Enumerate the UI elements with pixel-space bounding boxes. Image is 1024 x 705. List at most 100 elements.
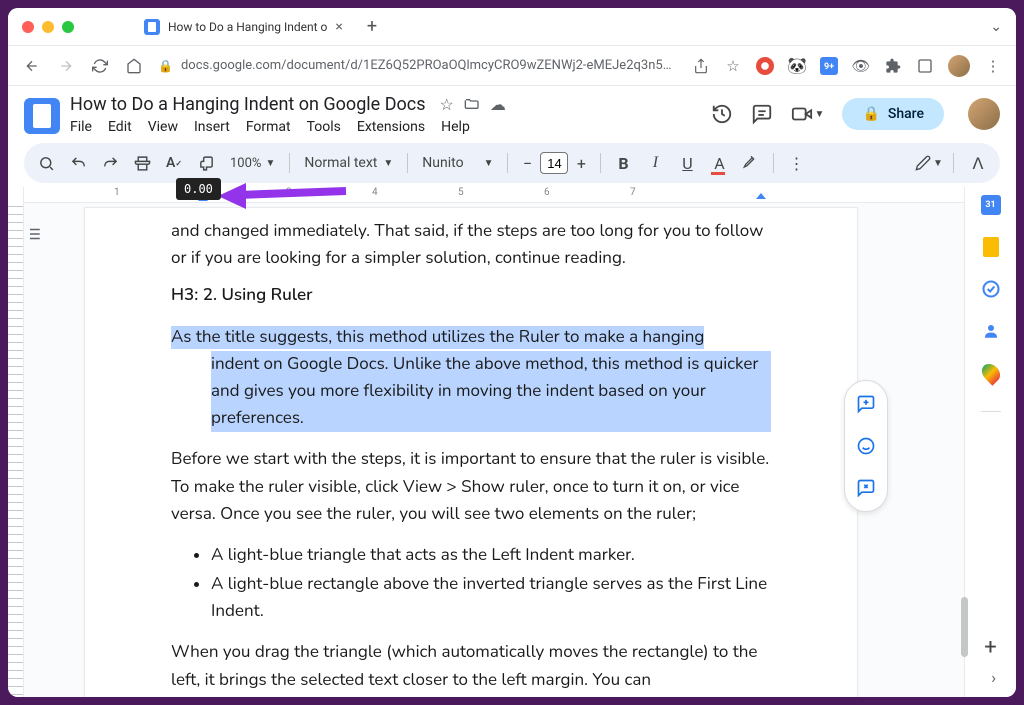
increase-fontsize-button[interactable]: +	[570, 152, 592, 174]
extension-4-icon[interactable]: 👁	[852, 57, 870, 75]
close-tab-icon[interactable]: ×	[335, 19, 342, 35]
mac-tab-bar: How to Do a Hanging Indent o × + ⌄	[8, 8, 1016, 46]
url-text: docs.google.com/document/d/1EZ6Q52PROaOQ…	[181, 58, 678, 73]
maps-icon[interactable]	[981, 363, 1001, 383]
lock-icon: 🔒	[862, 106, 879, 122]
suggest-edit-icon[interactable]	[851, 473, 881, 503]
menu-tools[interactable]: Tools	[307, 119, 341, 135]
lock-icon: 🔒	[158, 59, 173, 73]
contacts-icon[interactable]	[981, 321, 1001, 341]
italic-icon[interactable]: I	[641, 149, 669, 177]
video-call-icon[interactable]: ▼	[791, 103, 825, 125]
account-avatar[interactable]	[968, 98, 1000, 130]
comments-icon[interactable]	[751, 103, 773, 125]
close-window-button[interactable]	[22, 21, 34, 33]
spellcheck-icon[interactable]: A✓	[160, 149, 188, 177]
docs-logo-icon[interactable]	[24, 98, 60, 134]
outline-toggle-icon[interactable]	[24, 207, 64, 697]
chevron-down-icon: ▼	[265, 158, 275, 169]
paragraph: Before we start with the steps, it is im…	[171, 446, 771, 528]
browser-tab[interactable]: How to Do a Hanging Indent o ×	[134, 13, 353, 41]
add-comment-icon[interactable]	[851, 389, 881, 419]
traffic-lights	[22, 21, 74, 33]
redo-icon[interactable]	[96, 149, 124, 177]
keep-icon[interactable]	[981, 237, 1001, 257]
paragraph-style-select[interactable]: Normal text ▼	[298, 155, 399, 171]
new-tab-button[interactable]: +	[367, 16, 377, 37]
fontsize-input[interactable]	[540, 152, 568, 174]
reload-button[interactable]	[90, 56, 110, 76]
minimize-window-button[interactable]	[42, 21, 54, 33]
docs-favicon	[144, 19, 160, 35]
chevron-down-icon: ▼	[484, 158, 494, 169]
document-title[interactable]: How to Do a Hanging Indent on Google Doc…	[70, 94, 425, 115]
emoji-reaction-icon[interactable]	[851, 431, 881, 461]
paragraph: and changed immediately. That said, if t…	[171, 218, 771, 272]
star-document-icon[interactable]: ☆	[439, 95, 453, 114]
share-button[interactable]: 🔒 Share	[842, 98, 944, 130]
scrollbar-thumb[interactable]	[961, 597, 968, 657]
star-icon[interactable]: ☆	[724, 57, 742, 75]
back-button[interactable]	[22, 56, 42, 76]
list-item: A light-blue rectangle above the inverte…	[211, 571, 771, 625]
side-panel: 31 +	[964, 187, 1016, 697]
text-color-icon[interactable]: A	[705, 149, 733, 177]
home-button[interactable]	[124, 56, 144, 76]
profile-avatar-icon[interactable]	[948, 55, 970, 77]
hide-panel-icon[interactable]: ›	[991, 668, 996, 687]
move-document-icon[interactable]	[464, 95, 480, 114]
chrome-menu-icon[interactable]: ⋮	[984, 57, 1002, 75]
extension-2-icon[interactable]: 🐼	[788, 57, 806, 75]
extension-3-icon[interactable]: 9+	[820, 57, 838, 75]
menu-view[interactable]: View	[148, 119, 178, 135]
address-bar: 🔒 docs.google.com/document/d/1EZ6Q52PROa…	[8, 46, 1016, 86]
tasks-icon[interactable]	[981, 279, 1001, 299]
search-icon[interactable]	[32, 149, 60, 177]
floating-comment-actions	[844, 380, 888, 512]
menu-file[interactable]: File	[70, 119, 92, 135]
fullscreen-window-button[interactable]	[62, 21, 74, 33]
right-indent-marker[interactable]	[756, 193, 766, 199]
menu-bar: File Edit View Insert Format Tools Exten…	[70, 119, 711, 135]
add-addon-icon[interactable]: +	[981, 637, 1001, 657]
menu-edit[interactable]: Edit	[108, 119, 132, 135]
list-item: A light-blue triangle that acts as the L…	[211, 542, 771, 569]
bullet-list: A light-blue triangle that acts as the L…	[211, 542, 771, 626]
undo-icon[interactable]	[64, 149, 92, 177]
extensions-icon[interactable]	[884, 57, 902, 75]
collapse-toolbar-icon[interactable]: ᐱ	[964, 149, 992, 177]
tab-overview-icon[interactable]	[916, 57, 934, 75]
chevron-down-icon: ▼	[383, 158, 393, 169]
editing-mode-icon[interactable]: ▼	[915, 149, 943, 177]
underline-icon[interactable]: U	[673, 149, 701, 177]
annotation-arrow	[218, 181, 348, 211]
font-select[interactable]: Nunito ▼	[416, 155, 499, 171]
decrease-fontsize-button[interactable]: −	[516, 152, 538, 174]
more-toolbar-icon[interactable]: ⋮	[782, 149, 810, 177]
cloud-status-icon[interactable]: ☁	[490, 95, 506, 114]
zoom-select[interactable]: 100% ▼	[224, 156, 281, 171]
vertical-ruler[interactable]	[8, 187, 24, 697]
paint-format-icon[interactable]	[192, 149, 220, 177]
bold-icon[interactable]: B	[609, 149, 637, 177]
paragraph: When you drag the triangle (which automa…	[171, 639, 771, 693]
tabs-overflow-icon[interactable]: ⌄	[990, 19, 1002, 35]
tab-title: How to Do a Hanging Indent o	[168, 20, 327, 34]
horizontal-ruler[interactable]: 1 2 3 4 5 6 7	[24, 187, 964, 203]
document-page[interactable]: and changed immediately. That said, if t…	[84, 207, 858, 697]
share-label: Share	[888, 106, 924, 122]
history-icon[interactable]	[711, 103, 733, 125]
url-display[interactable]: 🔒 docs.google.com/document/d/1EZ6Q52PROa…	[158, 58, 678, 73]
print-icon[interactable]	[128, 149, 156, 177]
share-icon[interactable]	[692, 57, 710, 75]
calendar-icon[interactable]: 31	[981, 195, 1001, 215]
menu-help[interactable]: Help	[441, 119, 470, 135]
menu-extensions[interactable]: Extensions	[357, 119, 425, 135]
extension-1-icon[interactable]	[756, 57, 774, 75]
toolbar: A✓ 100% ▼ Normal text ▼ Nunito ▼ − + B I…	[24, 143, 1000, 183]
menu-format[interactable]: Format	[246, 119, 291, 135]
forward-button[interactable]	[56, 56, 76, 76]
highlight-icon[interactable]	[737, 149, 765, 177]
menu-insert[interactable]: Insert	[194, 119, 230, 135]
selected-text: As the title suggests, this method utili…	[171, 324, 771, 433]
